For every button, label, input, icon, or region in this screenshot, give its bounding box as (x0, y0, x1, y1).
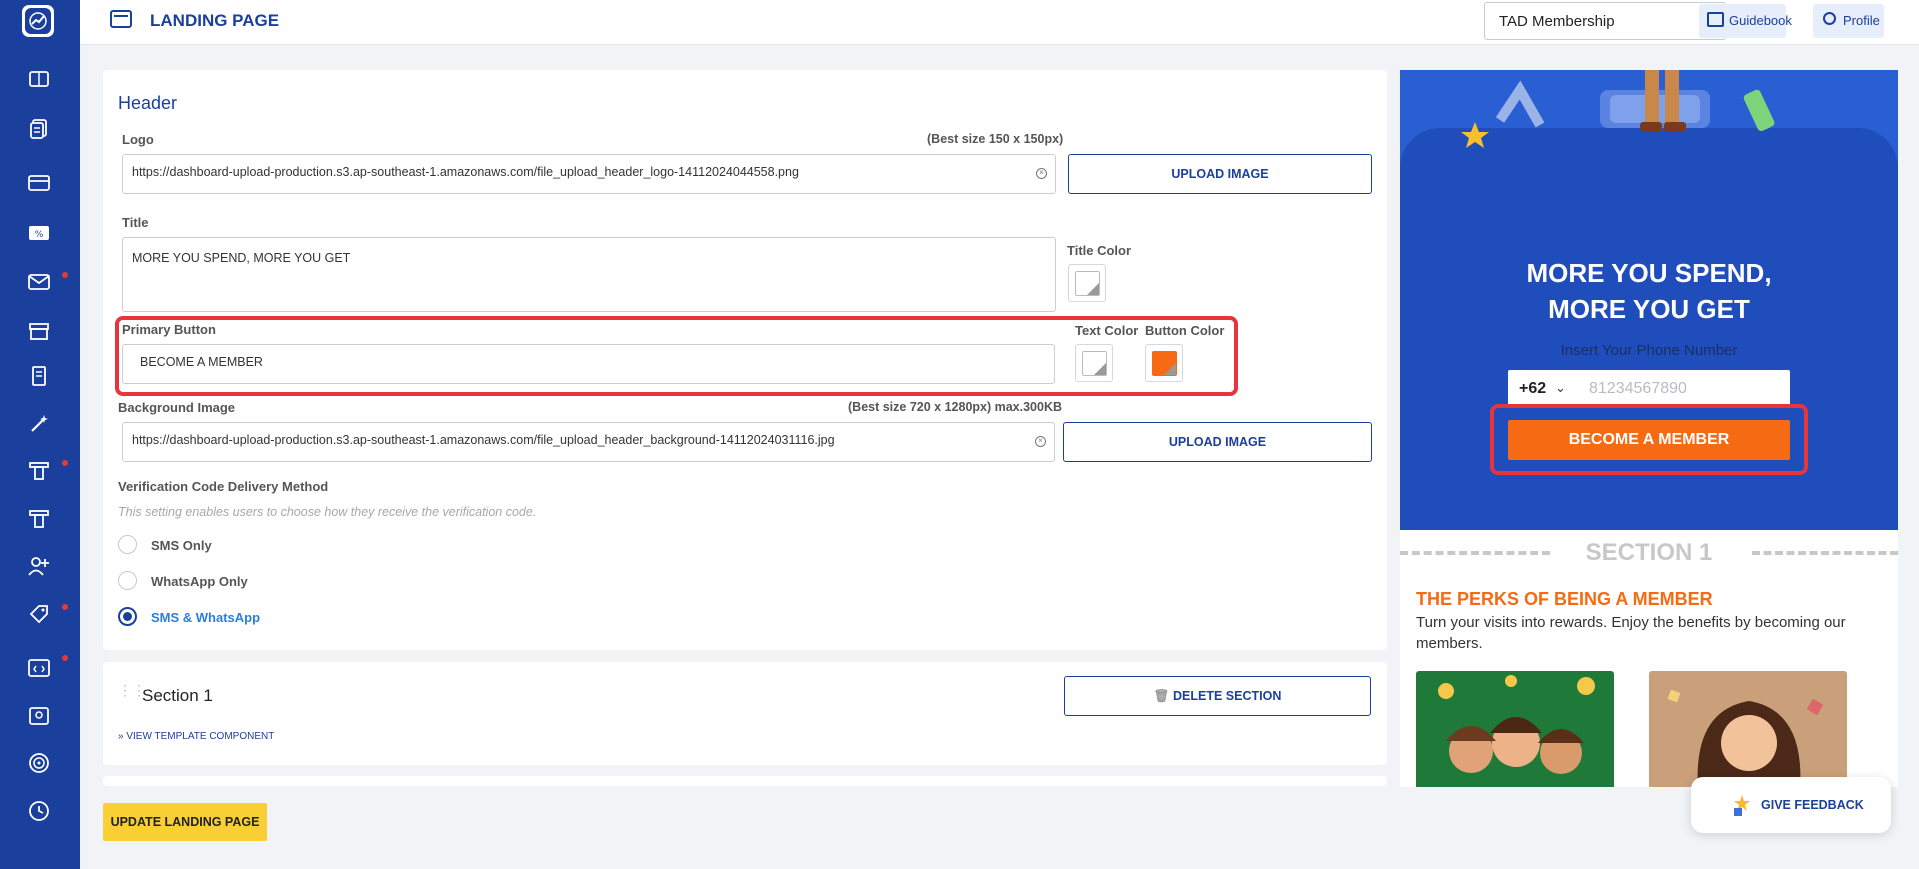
radio-whatsapp-only[interactable] (118, 571, 137, 590)
mail-icon[interactable] (28, 271, 50, 293)
app-logo[interactable] (22, 5, 54, 37)
verification-method-label: Verification Code Delivery Method (118, 479, 329, 494)
receipt-icon[interactable] (28, 365, 50, 387)
radio-sms-only[interactable] (118, 535, 137, 554)
girl-celebration-image (1649, 671, 1847, 787)
next-section-card (103, 776, 1387, 786)
radio-sms-whatsapp-label[interactable]: SMS & WhatsApp (151, 610, 260, 625)
preview-title-line-1: MORE YOU SPEND, (1526, 258, 1772, 288)
delete-section-label: DELETE SECTION (1173, 689, 1282, 703)
primary-button-label: Primary Button (122, 322, 216, 337)
tag-icon[interactable] (28, 603, 50, 625)
give-feedback-button[interactable]: GIVE FEEDBACK (1691, 777, 1891, 833)
kids-celebration-image (1416, 671, 1614, 787)
primary-button-value: BECOME A MEMBER (140, 355, 263, 369)
text-color-swatch[interactable] (1075, 344, 1113, 382)
hero-illustration (1461, 70, 1775, 148)
target-icon[interactable] (28, 752, 50, 774)
preview-country-code[interactable]: +62 (1519, 380, 1546, 398)
preview-title-line-2: MORE YOU GET (1548, 294, 1750, 324)
preview-title: MORE YOU SPEND, MORE YOU GET (1400, 255, 1898, 327)
radio-whatsapp-only-label[interactable]: WhatsApp Only (151, 574, 248, 589)
radio-sms-only-label[interactable]: SMS Only (151, 538, 212, 553)
page-title: LANDING PAGE (150, 11, 280, 30)
user-group-icon[interactable] (28, 555, 50, 577)
preview-phone-placeholder: 81234567890 (1589, 380, 1687, 397)
tier-icon[interactable] (28, 460, 50, 482)
program-select-value: TAD Membership (1499, 13, 1615, 30)
code-window-icon[interactable] (28, 657, 50, 679)
upload-background-button[interactable]: UPLOAD IMAGE (1063, 422, 1372, 462)
clear-icon[interactable]: × (1036, 168, 1047, 179)
book-icon (1707, 12, 1724, 27)
profile-label: Profile (1843, 13, 1880, 28)
preview-cta-button[interactable]: BECOME A MEMBER (1508, 420, 1790, 460)
background-size-hint: (Best size 720 x 1280px) max.300KB (848, 400, 1063, 414)
analytics-logo-icon (25, 8, 51, 34)
guidebook-button[interactable]: Guidebook (1699, 4, 1792, 38)
divider-dash (1752, 551, 1898, 555)
title-textarea[interactable]: MORE YOU SPEND, MORE YOU GET (122, 237, 1056, 312)
title-label: Title (122, 215, 149, 230)
notification-dot (62, 460, 68, 466)
background-image-label: Background Image (118, 400, 236, 415)
preview-phone-prompt: Insert Your Phone Number (1560, 342, 1738, 359)
feedback-stars-icon (1734, 795, 1750, 816)
program-select[interactable]: TAD Membership (1484, 2, 1726, 40)
section-heading: Header (118, 93, 178, 113)
text-color-label: Text Color (1075, 323, 1139, 338)
notification-dot (62, 272, 68, 278)
upload-logo-button[interactable]: UPLOAD IMAGE (1068, 154, 1372, 194)
logo-size-hint: (Best size 150 x 150px) (927, 132, 1064, 146)
section-1-title: Section 1 (142, 686, 213, 705)
preview-phone-input[interactable]: +62 ⌄ 81234567890 (1508, 370, 1790, 408)
drag-handle-icon[interactable]: ⋮⋮ (118, 683, 146, 705)
preview-perks-title: THE PERKS OF BEING A MEMBER (1416, 589, 1713, 609)
gallery-icon[interactable] (28, 68, 50, 90)
notification-dot (62, 655, 68, 661)
preview-perks-description: Turn your visits into rewards. Enjoy the… (1416, 614, 1846, 652)
radio-sms-whatsapp[interactable] (118, 607, 137, 626)
image-user-icon[interactable] (28, 705, 50, 727)
svg-text:%: % (35, 230, 44, 240)
background-url-input[interactable]: https://dashboard-upload-production.s3.a… (122, 422, 1055, 462)
title-color-label: Title Color (1067, 243, 1132, 258)
history-icon[interactable] (28, 800, 50, 822)
tier-alt-icon[interactable] (28, 508, 50, 530)
sidebar: % (0, 0, 80, 869)
primary-button-text-input[interactable]: BECOME A MEMBER (122, 344, 1055, 384)
logo-label: Logo (122, 132, 154, 147)
update-landing-page-button[interactable]: UPDATE LANDING PAGE (103, 803, 267, 841)
top-bar: LANDING PAGE TAD Membership Guidebook Pr… (80, 0, 1919, 45)
notification-dot (62, 604, 68, 610)
voucher-icon[interactable]: % (28, 222, 50, 244)
logo-url-input[interactable]: https://dashboard-upload-production.s3.a… (122, 154, 1056, 194)
landing-preview: MORE YOU SPEND, MORE YOU GET Insert Your… (1400, 70, 1898, 787)
user-icon (1823, 12, 1836, 25)
verification-hint: This setting enables users to choose how… (118, 505, 537, 519)
clear-icon[interactable]: × (1035, 436, 1046, 447)
title-color-swatch[interactable] (1068, 264, 1106, 302)
store-icon[interactable] (28, 320, 50, 342)
trash-icon: 🗑 (1153, 689, 1170, 703)
delete-section-button[interactable]: 🗑 DELETE SECTION (1064, 676, 1371, 716)
view-template-link[interactable]: » VIEW TEMPLATE COMPONENT (118, 731, 274, 742)
browser-window-icon (110, 10, 132, 28)
magic-wand-icon[interactable] (28, 413, 50, 435)
card-icon[interactable] (28, 172, 50, 194)
button-color-swatch[interactable] (1145, 344, 1183, 382)
chevron-down-icon: ⌄ (1555, 380, 1566, 395)
background-url-value: https://dashboard-upload-production.s3.a… (132, 433, 835, 447)
documents-icon[interactable] (28, 118, 50, 140)
give-feedback-label: GIVE FEEDBACK (1761, 798, 1864, 812)
profile-button[interactable]: Profile (1813, 4, 1884, 38)
title-value: MORE YOU SPEND, MORE YOU GET (132, 251, 351, 265)
guidebook-label: Guidebook (1729, 13, 1792, 28)
button-color-label: Button Color (1145, 323, 1225, 338)
logo-url-value: https://dashboard-upload-production.s3.a… (132, 165, 799, 179)
